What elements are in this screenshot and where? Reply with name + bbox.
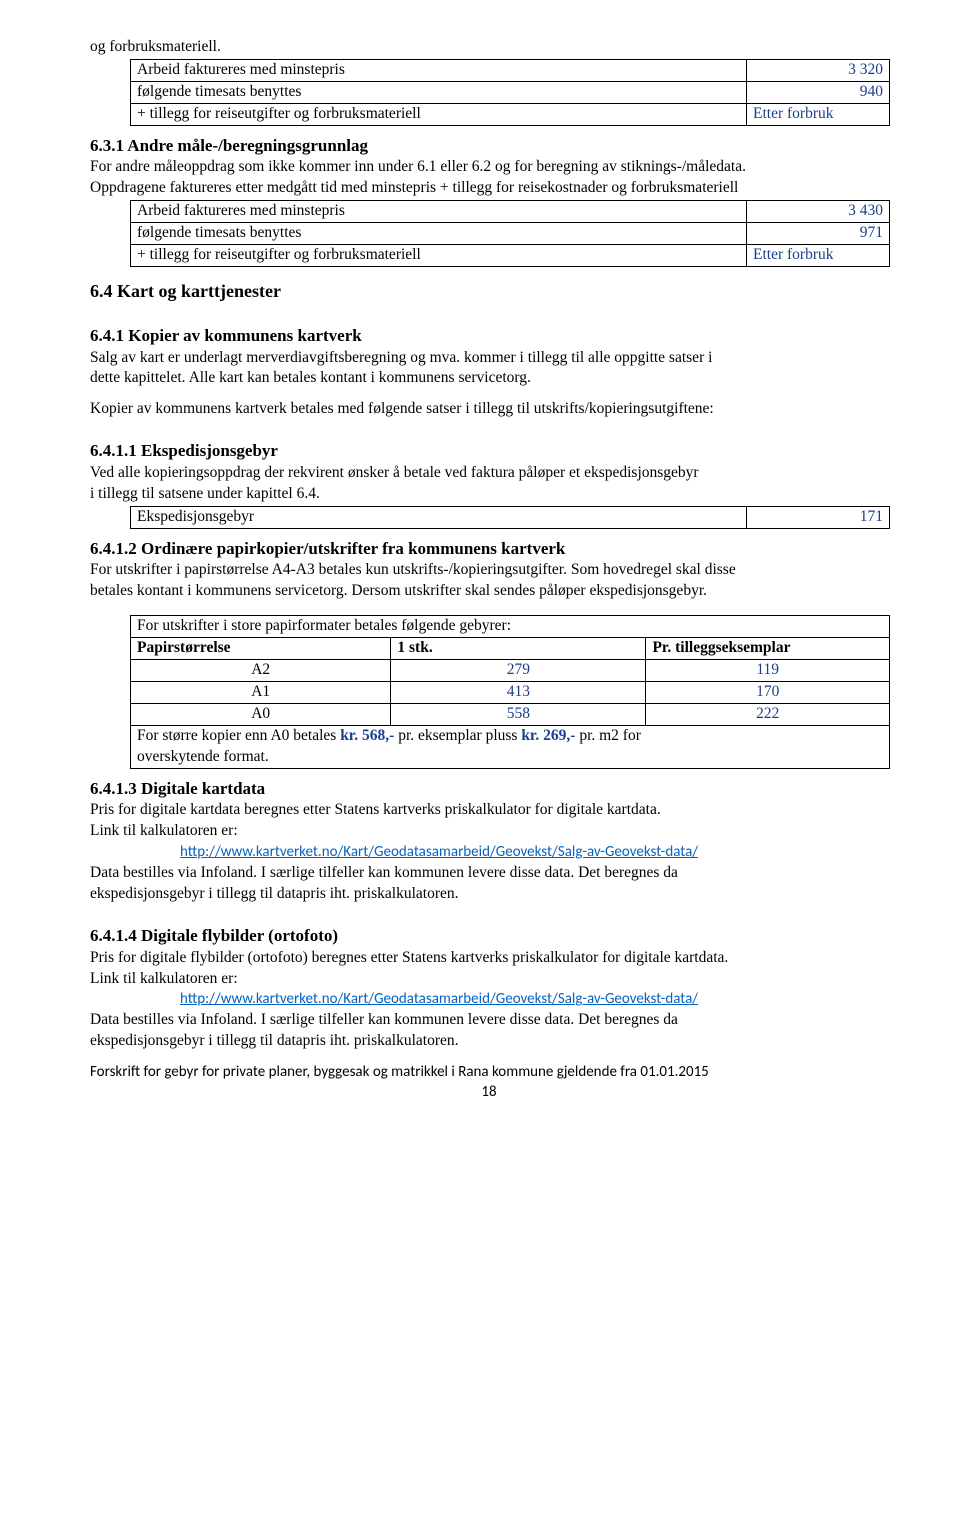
kartverket-link[interactable]: http://www.kartverket.no/Kart/Geodatasam… — [180, 990, 698, 1008]
cell-label: + tillegg for reiseutgifter og forbruksm… — [131, 103, 747, 125]
cell-value: 279 — [391, 660, 646, 682]
link-line: http://www.kartverket.no/Kart/Geodatasam… — [90, 843, 888, 862]
text-part: pr. eksemplar pluss — [394, 727, 521, 744]
cell-value: 558 — [391, 703, 646, 725]
table-row: + tillegg for reiseutgifter og forbruksm… — [131, 103, 890, 125]
body-text: Salg av kart er underlagt merverdiavgift… — [90, 349, 888, 368]
cell-size: A2 — [131, 660, 391, 682]
body-text: Link til kalkulatoren er: — [90, 970, 888, 989]
text-part: pr. m2 for — [575, 727, 640, 744]
heading-641: 6.4.1 Kopier av kommunens kartverk — [90, 326, 888, 347]
cell-value: Etter forbruk — [747, 103, 890, 125]
table-ekspedisjon: Ekspedisjonsgebyr 171 — [130, 506, 890, 529]
table-minstepris-1: Arbeid faktureres med minstepris 3 320 f… — [130, 59, 890, 126]
col-header: 1 stk. — [391, 638, 646, 660]
kartverket-link[interactable]: http://www.kartverket.no/Kart/Geodatasam… — [180, 843, 698, 861]
table-minstepris-2: Arbeid faktureres med minstepris 3 430 f… — [130, 200, 890, 267]
cell-size: A1 — [131, 682, 391, 704]
cell-size: A0 — [131, 703, 391, 725]
heading-6411: 6.4.1.1 Ekspedisjonsgebyr — [90, 441, 888, 462]
body-text: Pris for digitale kartdata beregnes ette… — [90, 801, 888, 820]
body-text: dette kapittelet. Alle kart kan betales … — [90, 369, 888, 388]
body-text: Pris for digitale flybilder (ortofoto) b… — [90, 949, 888, 968]
page-number: 18 — [90, 1083, 888, 1101]
heading-64: 6.4 Kart og karttjenester — [90, 281, 888, 303]
body-text: Ved alle kopieringsoppdrag der rekvirent… — [90, 464, 888, 483]
cell-label: følgende timesats benyttes — [131, 223, 747, 245]
table-footnote: overskytende format. — [131, 747, 890, 768]
cell-label: Ekspedisjonsgebyr — [131, 506, 747, 528]
table-row: For utskrifter i store papirformater bet… — [131, 616, 890, 638]
page-footer: Forskrift for gebyr for private planer, … — [90, 1063, 888, 1081]
cell-label: følgende timesats benyttes — [131, 81, 747, 103]
table-row: For større kopier enn A0 betales kr. 568… — [131, 725, 890, 746]
table-row: følgende timesats benyttes 971 — [131, 223, 890, 245]
table-caption: For utskrifter i store papirformater bet… — [131, 616, 890, 638]
heading-6413: 6.4.1.3 Digitale kartdata — [90, 779, 888, 800]
body-text: For andre måleoppdrag som ikke kommer in… — [90, 158, 888, 177]
col-header: Papirstørrelse — [131, 638, 391, 660]
body-text: Data bestilles via Infoland. I særlige t… — [90, 1011, 888, 1030]
table-row: overskytende format. — [131, 747, 890, 768]
cell-value: 940 — [747, 81, 890, 103]
table-row: + tillegg for reiseutgifter og forbruksm… — [131, 244, 890, 266]
body-text: Data bestilles via Infoland. I særlige t… — [90, 864, 888, 883]
heading-6414: 6.4.1.4 Digitale flybilder (ortofoto) — [90, 926, 888, 947]
cell-label: Arbeid faktureres med minstepris — [131, 201, 747, 223]
cell-value: 413 — [391, 682, 646, 704]
cell-label: + tillegg for reiseutgifter og forbruksm… — [131, 244, 747, 266]
table-row: A2 279 119 — [131, 660, 890, 682]
cell-value: 971 — [747, 223, 890, 245]
table-header-row: Papirstørrelse 1 stk. Pr. tilleggseksemp… — [131, 638, 890, 660]
body-text: i tillegg til satsene under kapittel 6.4… — [90, 485, 888, 504]
cell-value: 222 — [646, 703, 890, 725]
table-row: Arbeid faktureres med minstepris 3 430 — [131, 201, 890, 223]
col-header: Pr. tilleggseksemplar — [646, 638, 890, 660]
price-bold: kr. 269,- — [521, 727, 575, 744]
text-part: For større kopier enn A0 betales — [137, 727, 340, 744]
link-line: http://www.kartverket.no/Kart/Geodatasam… — [90, 990, 888, 1009]
cell-value: 3 320 — [747, 59, 890, 81]
cell-value: 171 — [747, 506, 890, 528]
table-row: Arbeid faktureres med minstepris 3 320 — [131, 59, 890, 81]
table-footnote: For større kopier enn A0 betales kr. 568… — [131, 725, 890, 746]
body-text: Link til kalkulatoren er: — [90, 822, 888, 841]
price-bold: kr. 568,- — [340, 727, 394, 744]
heading-631: 6.3.1 Andre måle-/beregningsgrunnlag — [90, 136, 888, 157]
body-text: ekspedisjonsgebyr i tillegg til datapris… — [90, 1032, 888, 1051]
table-row: følgende timesats benyttes 940 — [131, 81, 890, 103]
cell-value: Etter forbruk — [747, 244, 890, 266]
heading-6412: 6.4.1.2 Ordinære papirkopier/utskrifter … — [90, 539, 888, 560]
body-text: og forbruksmateriell. — [90, 38, 888, 57]
table-papirformat: For utskrifter i store papirformater bet… — [130, 615, 890, 768]
body-text: betales kontant i kommunens servicetorg.… — [90, 582, 888, 601]
body-text: ekspedisjonsgebyr i tillegg til datapris… — [90, 885, 888, 904]
body-text: For utskrifter i papirstørrelse A4-A3 be… — [90, 561, 888, 580]
cell-value: 3 430 — [747, 201, 890, 223]
body-text: Kopier av kommunens kartverk betales med… — [90, 400, 888, 419]
table-row: Ekspedisjonsgebyr 171 — [131, 506, 890, 528]
table-row: A1 413 170 — [131, 682, 890, 704]
cell-value: 119 — [646, 660, 890, 682]
table-row: A0 558 222 — [131, 703, 890, 725]
cell-label: Arbeid faktureres med minstepris — [131, 59, 747, 81]
cell-value: 170 — [646, 682, 890, 704]
body-text: Oppdragene faktureres etter medgått tid … — [90, 179, 888, 198]
